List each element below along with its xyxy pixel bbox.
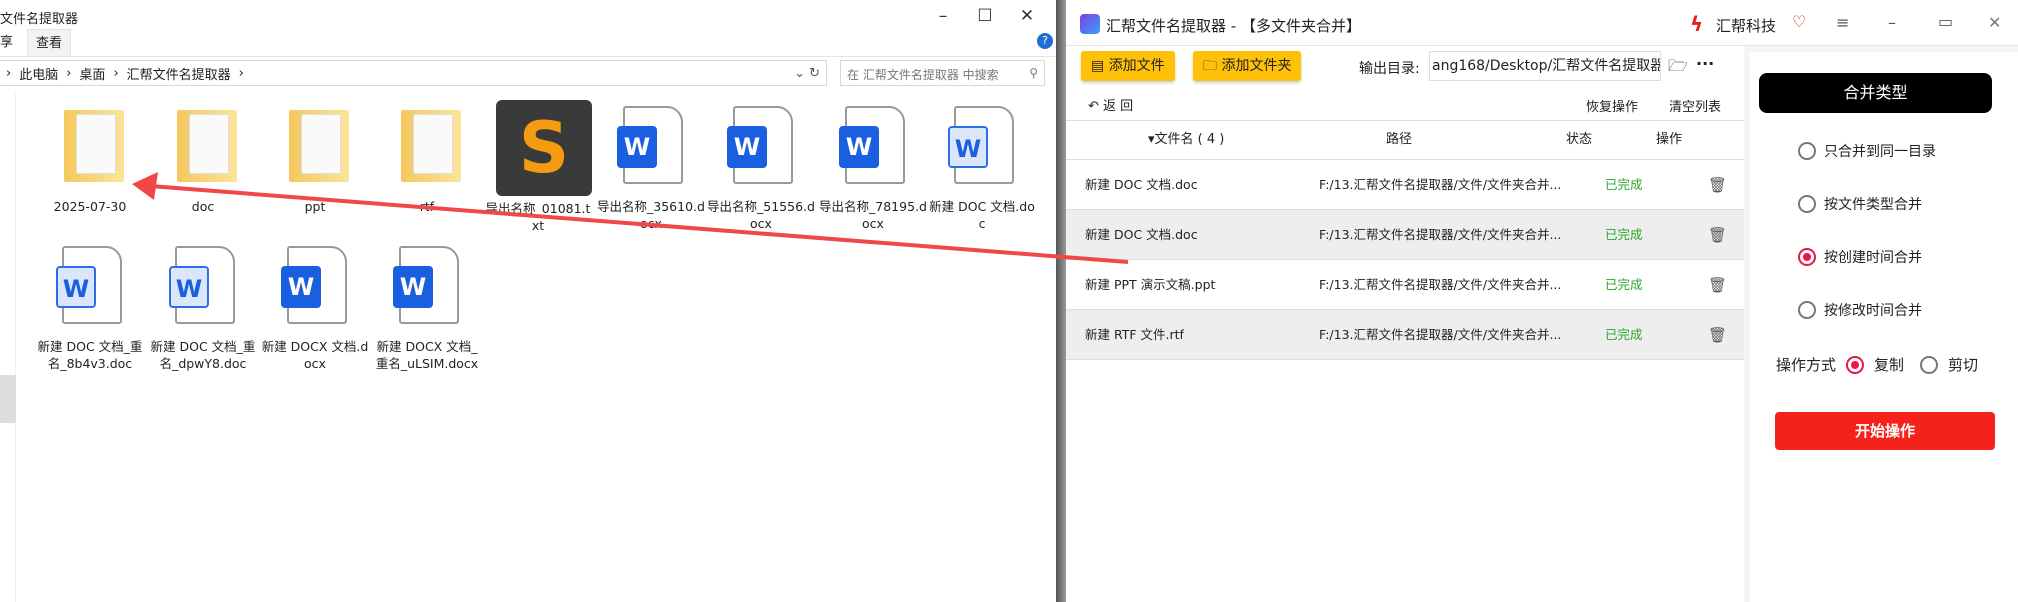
arrow-line [149, 184, 1129, 264]
arrow-head-icon [132, 172, 158, 200]
drag-arrow-overlay [132, 172, 1129, 264]
